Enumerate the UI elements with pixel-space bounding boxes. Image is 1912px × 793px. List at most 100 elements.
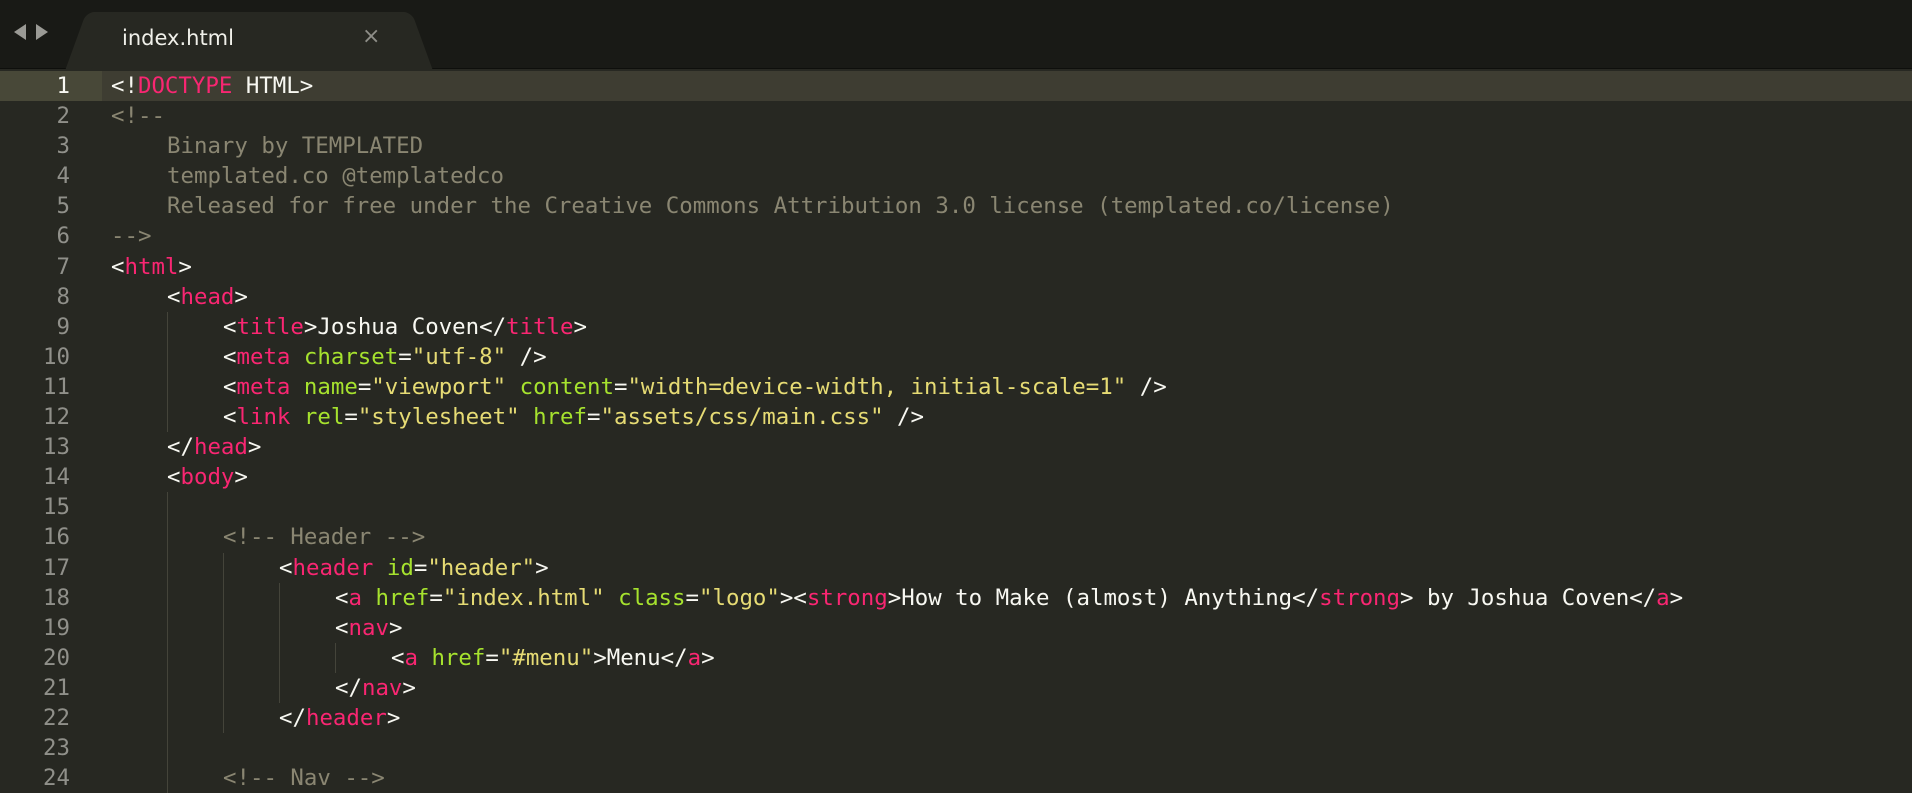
code-text: </head> <box>167 432 261 462</box>
line-number-gutter: 3 <box>0 131 102 162</box>
code-line[interactable]: 22 </header> <box>0 702 1912 734</box>
syntax-token: > <box>1400 584 1414 611</box>
code-line[interactable]: 13 </head> <box>0 432 1912 463</box>
syntax-token: templated.co @templatedco <box>167 163 505 190</box>
line-number-gutter: 1 <box>0 71 102 102</box>
syntax-token: = <box>613 373 628 400</box>
code-line[interactable]: 15 <box>0 492 1912 523</box>
syntax-token: </ <box>167 434 194 461</box>
code-line[interactable]: 14 <body> <box>0 462 1912 493</box>
syntax-token: rel <box>303 404 345 431</box>
code-editor[interactable]: 1 <!DOCTYPE HTML> 2 <!-- 3 Binary by TEMPLATE… <box>0 71 1912 793</box>
indent-guide <box>167 402 168 433</box>
line-number-gutter: 13 <box>0 432 102 463</box>
syntax-token: strong <box>806 584 888 611</box>
code-line[interactable]: 18 <a href="index.html" class="logo"><str… <box>0 582 1912 613</box>
triangle-right-icon[interactable] <box>36 24 48 40</box>
line-number-gutter: 24 <box>0 763 102 793</box>
tab-title: index.html <box>122 26 234 50</box>
code-line[interactable]: 2 <!-- <box>0 101 1912 132</box>
indent-guide <box>279 582 280 613</box>
indent-guide <box>223 702 224 734</box>
line-number: 3 <box>56 133 70 160</box>
indent-guide <box>167 733 168 764</box>
syntax-token: > <box>701 644 715 671</box>
code-line[interactable]: 6 --> <box>0 221 1912 252</box>
indent-guide <box>335 642 336 673</box>
syntax-token: "stylesheet" <box>357 404 520 431</box>
syntax-token: by Joshua Coven <box>1413 584 1630 611</box>
code-line[interactable]: 7 <html> <box>0 251 1912 282</box>
line-number: 7 <box>56 253 70 280</box>
line-number-gutter: 10 <box>0 341 102 372</box>
syntax-token: <! <box>111 73 138 99</box>
code-line[interactable]: 8 <head> <box>0 281 1912 312</box>
syntax-token: "width=device-width, initial-scale=1" <box>627 373 1127 400</box>
syntax-token: = <box>357 373 372 400</box>
code-line[interactable]: 11 <meta name="viewport" content="width=d… <box>0 371 1912 403</box>
syntax-token: link <box>236 404 291 431</box>
code-line[interactable]: 12 <link rel="stylesheet" href="assets/cs… <box>0 402 1912 433</box>
syntax-token: "utf-8" <box>411 343 507 370</box>
code-line[interactable]: 4 templated.co @templatedco <box>0 161 1912 192</box>
line-number-gutter: 19 <box>0 612 102 643</box>
code-line[interactable]: 5 Released for free under the Creative Co… <box>0 191 1912 222</box>
code-line[interactable]: 9 <title>Joshua Coven</title> <box>0 311 1912 342</box>
syntax-token: Binary by TEMPLATED <box>167 133 424 160</box>
code-text: <nav> <box>335 613 402 643</box>
code-line[interactable]: 1 <!DOCTYPE HTML> <box>0 71 1912 102</box>
syntax-token: > <box>402 674 416 701</box>
syntax-token: How to Make (almost) Anything <box>901 584 1293 611</box>
syntax-token: < <box>279 554 293 581</box>
indent-guide <box>223 672 224 703</box>
code-text: <meta charset="utf-8" /> <box>223 342 547 372</box>
close-icon[interactable]: × <box>362 24 380 49</box>
code-line[interactable]: 19 <nav> <box>0 612 1912 643</box>
code-text: <meta name="viewport" content="width=dev… <box>223 372 1167 402</box>
code-text: Binary by TEMPLATED <box>167 131 423 161</box>
syntax-token: > <box>386 704 401 731</box>
line-number: 10 <box>43 343 70 370</box>
code-text: <head> <box>167 282 248 312</box>
code-line[interactable]: 10 <meta charset="utf-8" /> <box>0 341 1912 372</box>
syntax-token: > <box>535 554 549 581</box>
syntax-token: > <box>247 434 262 461</box>
syntax-token: </ <box>479 313 507 340</box>
syntax-token: HTML> <box>232 73 314 99</box>
syntax-token: Released for free under the Creative Com… <box>167 193 1394 220</box>
indent-guide <box>223 552 224 583</box>
line-number-gutter: 8 <box>0 281 102 312</box>
indent-guide <box>167 763 168 793</box>
code-line[interactable]: 20 <a href="#menu">Menu</a> <box>0 642 1912 673</box>
code-line[interactable]: 21 </nav> <box>0 672 1912 703</box>
indent-guide <box>223 582 224 613</box>
code-text: </nav> <box>335 673 416 703</box>
syntax-token <box>373 555 386 581</box>
code-line[interactable]: 3 Binary by TEMPLATED <box>0 131 1912 162</box>
line-number: 13 <box>43 434 70 461</box>
code-line[interactable]: 16 <!-- Header --> <box>0 522 1912 553</box>
syntax-token: > <box>178 253 192 280</box>
line-number-gutter: 7 <box>0 251 102 282</box>
syntax-token: > <box>573 313 587 340</box>
indent-guide <box>167 702 168 734</box>
syntax-token <box>506 374 519 400</box>
syntax-token: "header" <box>427 554 536 581</box>
code-text: --> <box>111 221 151 251</box>
syntax-token: html <box>124 253 179 280</box>
code-text: Released for free under the Creative Com… <box>167 191 1394 221</box>
syntax-token: </ <box>279 704 306 731</box>
code-line[interactable]: 23 <box>0 733 1912 764</box>
triangle-left-icon[interactable] <box>14 24 26 40</box>
tab-index-html[interactable]: index.html × <box>88 12 410 69</box>
syntax-token: content <box>519 373 614 400</box>
syntax-token: < <box>223 373 237 400</box>
syntax-token: head <box>193 434 248 461</box>
code-line[interactable]: 17 <header id="header"> <box>0 552 1912 583</box>
code-line[interactable]: 24 <!-- Nav --> <box>0 763 1912 793</box>
syntax-token: Joshua Coven <box>317 313 480 340</box>
line-number-gutter: 2 <box>0 101 102 132</box>
syntax-token: header <box>305 704 387 731</box>
syntax-token: id <box>386 554 414 581</box>
line-number-gutter: 11 <box>0 371 102 403</box>
